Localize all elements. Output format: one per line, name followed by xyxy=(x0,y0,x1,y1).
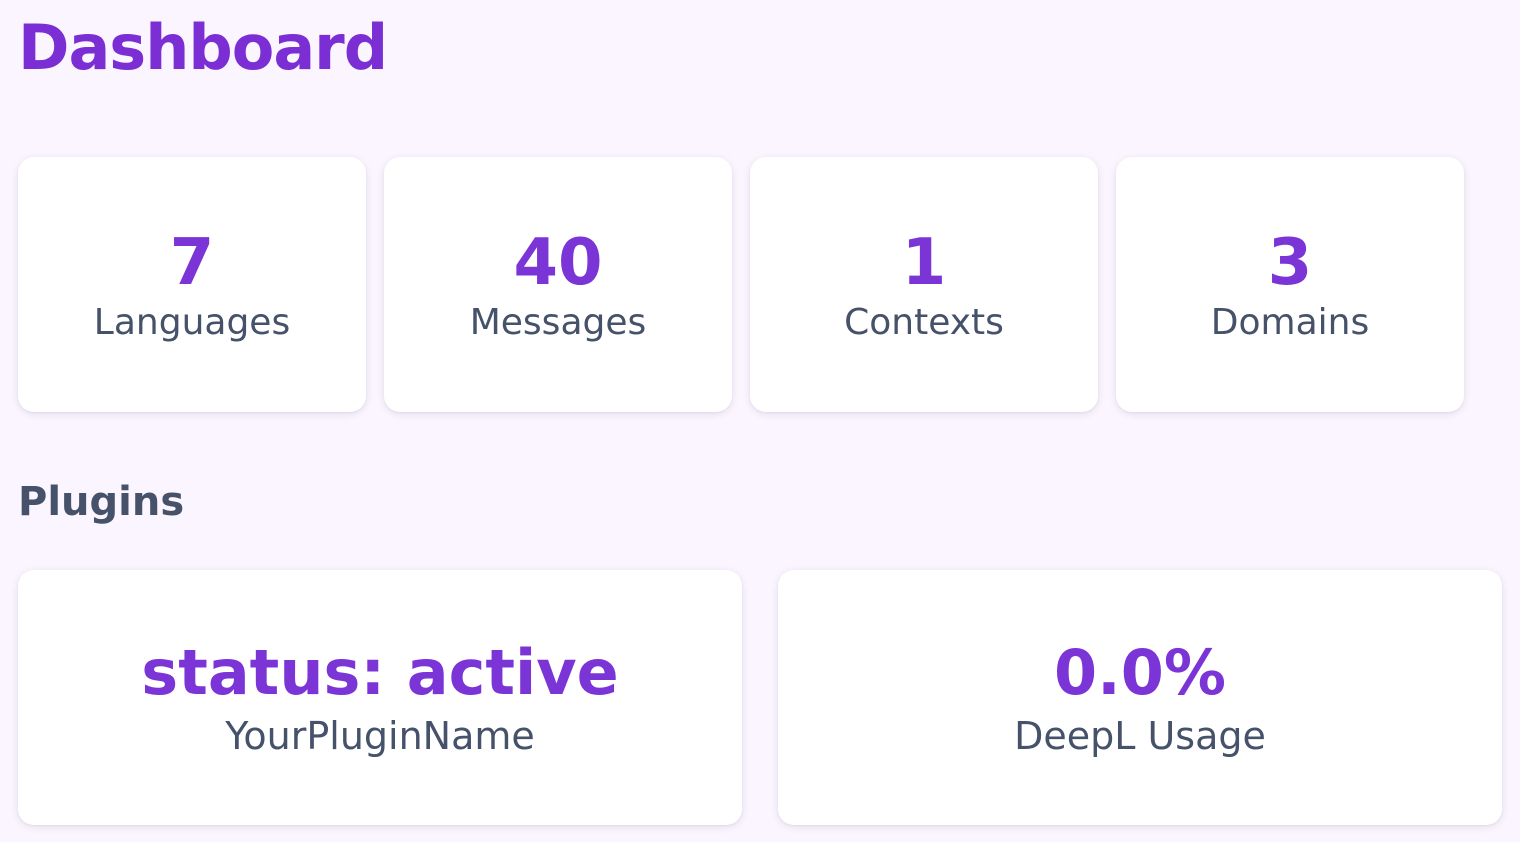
stat-label: Domains xyxy=(1210,301,1370,343)
stat-card-messages: 40 Messages xyxy=(384,157,732,412)
stat-value: 40 xyxy=(513,225,603,300)
stat-card-languages: 7 Languages xyxy=(18,157,366,412)
plugin-name-label: YourPluginName xyxy=(225,713,535,758)
plugin-card-status: status: active YourPluginName xyxy=(18,570,742,825)
plugin-status-value: status: active xyxy=(141,635,619,709)
page-title: Dashboard xyxy=(18,11,388,84)
deepl-usage-value: 0.0% xyxy=(1054,635,1226,709)
stat-card-contexts: 1 Contexts xyxy=(750,157,1098,412)
stat-value: 7 xyxy=(169,225,215,300)
stat-value: 3 xyxy=(1267,225,1313,300)
stat-label: Languages xyxy=(93,301,291,343)
stat-card-domains: 3 Domains xyxy=(1116,157,1464,412)
stat-label: Messages xyxy=(469,301,647,343)
dashboard-page: Dashboard 7 Languages 40 Messages 1 Cont… xyxy=(0,0,1520,842)
plugins-row: status: active YourPluginName 0.0% DeepL… xyxy=(18,570,1502,825)
plugins-section-title: Plugins xyxy=(18,479,185,525)
deepl-usage-label: DeepL Usage xyxy=(1014,713,1266,758)
stat-value: 1 xyxy=(901,225,947,300)
plugin-card-deepl-usage: 0.0% DeepL Usage xyxy=(778,570,1502,825)
stat-label: Contexts xyxy=(844,301,1004,343)
stats-row: 7 Languages 40 Messages 1 Contexts 3 Dom… xyxy=(18,157,1464,412)
